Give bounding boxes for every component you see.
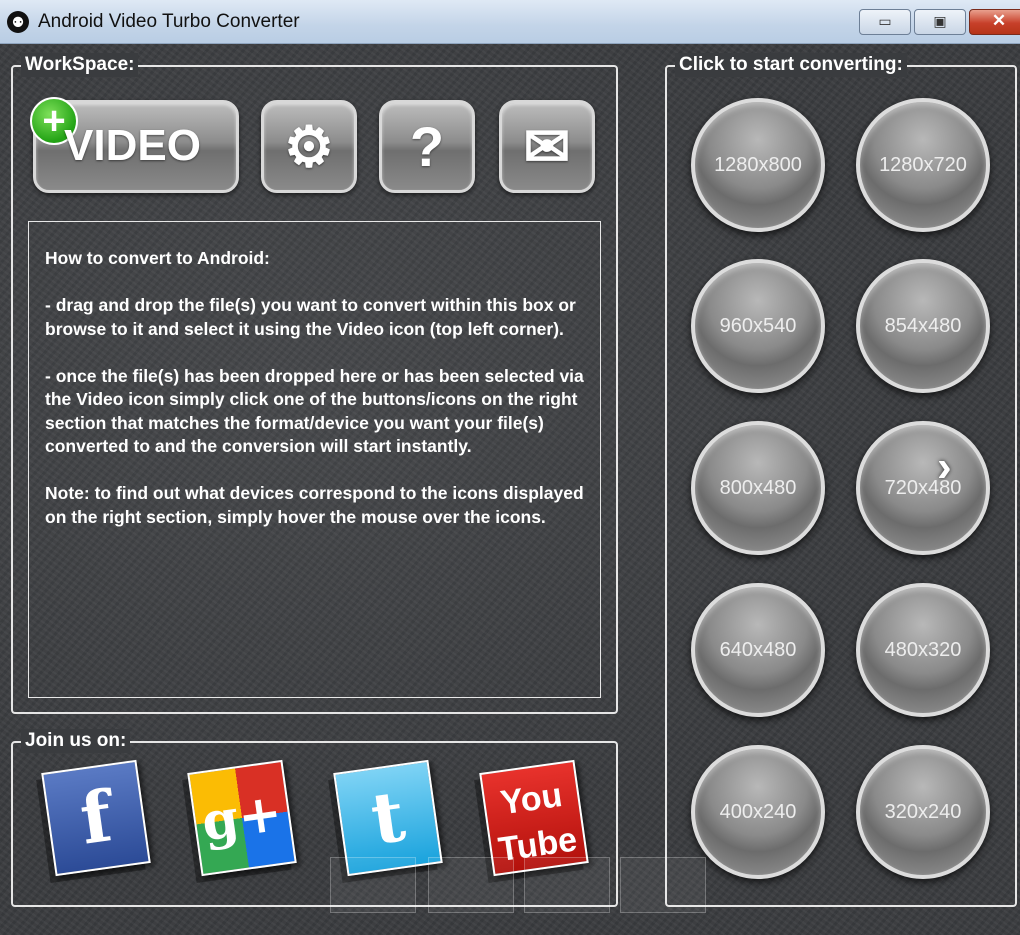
googleplus-link[interactable]: g+ [187,759,297,877]
googleplus-icon: g+ [198,781,286,854]
help-button[interactable]: ? [379,100,475,193]
facebook-link[interactable]: f [41,759,151,877]
android-icon[interactable]: ⚉ [7,11,29,33]
drop-area[interactable]: How to convert to Android: - drag and dr… [28,221,601,698]
settings-button[interactable]: ⚙ [261,100,357,193]
resolution-button-800x480[interactable]: 800x480 [691,421,825,555]
add-video-button[interactable]: + VIDEO [30,97,239,193]
thumbnail-preview [330,857,416,913]
gear-icon: ⚙ [283,115,335,178]
close-button[interactable]: ✕ [969,9,1020,35]
resolution-button-1280x720[interactable]: 1280x720 [856,98,990,232]
question-icon: ? [409,115,445,178]
thumbnail-preview [428,857,514,913]
chevron-right-icon[interactable]: › [937,445,971,489]
maximize-button[interactable]: ▣ [914,9,966,35]
workspace-label: WorkSpace: [21,53,139,77]
converting-label: Click to start converting: [675,53,907,77]
join-label: Join us on: [21,729,131,753]
resolution-button-1280x800[interactable]: 1280x800 [691,98,825,232]
thumbnail-preview [524,857,610,913]
mail-button[interactable]: ✉ [499,100,595,193]
resolution-button-854x480[interactable]: 854x480 [856,259,990,393]
instructions-paragraph-2: - once the file(s) has been dropped here… [45,365,584,457]
video-button-label: VIDEO [64,121,201,170]
instructions-paragraph-1: - drag and drop the file(s) you want to … [45,295,576,339]
window-title: Android Video Turbo Converter [38,11,300,32]
thumbnail-preview [620,857,706,913]
minimize-button[interactable]: ▭ [859,9,911,35]
resolution-button-480x320[interactable]: 480x320 [856,583,990,717]
envelope-icon: ✉ [523,115,571,178]
facebook-icon: f [75,774,117,861]
resolution-button-400x240[interactable]: 400x240 [691,745,825,879]
resolution-button-320x240[interactable]: 320x240 [856,745,990,879]
instructions-paragraph-3: Note: to find out what devices correspon… [45,483,584,527]
resolution-button-640x480[interactable]: 640x480 [691,583,825,717]
resolution-button-960x540[interactable]: 960x540 [691,259,825,393]
title-bar: ⚉ Android Video Turbo Converter ▭ ▣ ✕ [0,0,1020,44]
resolution-button-720x480[interactable]: 720x480 [856,421,990,555]
instructions-heading: How to convert to Android: [45,248,270,268]
